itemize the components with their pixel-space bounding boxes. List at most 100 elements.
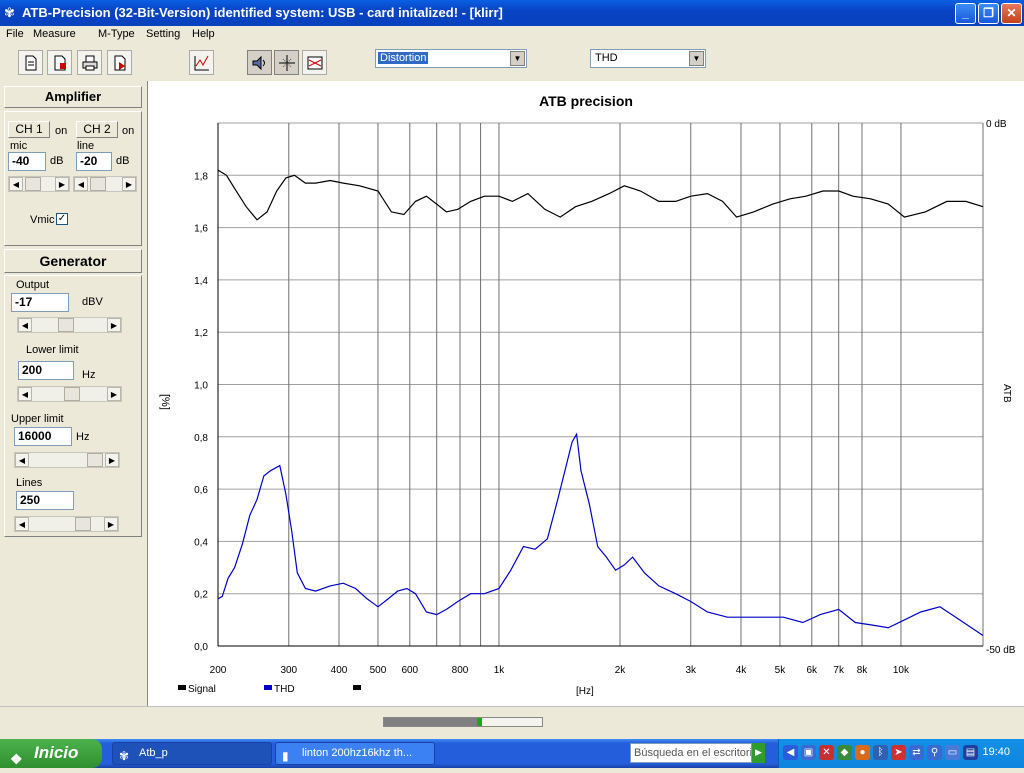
display-type-value: THD xyxy=(595,52,618,64)
restore-button[interactable]: ❐ xyxy=(978,3,999,24)
cursor-icon xyxy=(278,54,295,71)
scroll-right-icon[interactable]: ▶ xyxy=(107,387,121,401)
new-file-button[interactable] xyxy=(18,50,43,75)
ch1-gain-field[interactable]: -40 xyxy=(8,152,46,171)
ch2-gain-slider[interactable]: ◀ ▶ xyxy=(73,176,137,192)
cursor-mode-button[interactable] xyxy=(274,50,299,75)
slider-thumb[interactable] xyxy=(90,177,106,191)
output-field[interactable]: -17 xyxy=(11,293,69,312)
magnifier-icon[interactable]: ⚲ xyxy=(927,745,942,760)
scroll-left-icon[interactable]: ◀ xyxy=(9,177,23,191)
menu-setting[interactable]: Setting xyxy=(146,28,180,40)
scroll-left-icon[interactable]: ◀ xyxy=(15,517,29,531)
upper-limit-label: Upper limit xyxy=(11,413,64,425)
ch2-button[interactable]: CH 2 xyxy=(76,121,118,138)
ch2-gain-field[interactable]: -20 xyxy=(76,152,112,171)
security-icon[interactable]: ✕ xyxy=(819,745,834,760)
ch1-button[interactable]: CH 1 xyxy=(8,121,50,138)
task-document[interactable]: ▮ linton 200hz16khz th... xyxy=(275,742,435,765)
speaker-mode-button[interactable] xyxy=(247,50,272,75)
start-button[interactable]: ❖ Inicio xyxy=(0,739,102,768)
graph-button[interactable] xyxy=(189,50,214,75)
windows-logo-icon: ❖ xyxy=(10,751,23,767)
chevron-down-icon[interactable]: ▼ xyxy=(689,51,704,66)
menu-m-type[interactable]: M-Type xyxy=(98,28,135,40)
printer-icon xyxy=(82,55,97,70)
ch1-gain-unit: dB xyxy=(50,155,64,167)
scroll-right-icon[interactable]: ▶ xyxy=(104,517,118,531)
search-go-button[interactable]: ▶ xyxy=(752,743,765,763)
chevron-left-icon[interactable]: ◀ xyxy=(783,745,798,760)
lines-slider[interactable]: ◀ ▶ xyxy=(14,516,119,532)
x-tick-label: 500 xyxy=(370,665,387,676)
scroll-right-icon[interactable]: ▶ xyxy=(55,177,69,191)
legend-swatch xyxy=(264,685,272,690)
display-icon[interactable]: ▭ xyxy=(945,745,960,760)
new-file-icon xyxy=(25,55,36,70)
menu-measure[interactable]: Measure xyxy=(33,28,76,40)
chevron-down-icon[interactable]: ▼ xyxy=(510,51,525,66)
task-atb[interactable]: ✾ Atb_p xyxy=(112,742,272,765)
scroll-right-icon[interactable]: ▶ xyxy=(107,318,121,332)
upper-limit-slider[interactable]: ◀ ▶ xyxy=(14,452,120,468)
y-tick-label: 1,4 xyxy=(194,276,208,287)
title-bar[interactable]: ✾ ATB-Precision (32-Bit-Version) identif… xyxy=(0,0,1024,26)
lower-limit-label: Lower limit xyxy=(26,344,79,356)
lower-limit-field[interactable]: 200 xyxy=(18,361,74,380)
filter-mode-button[interactable] xyxy=(302,50,327,75)
measure-type-dropdown[interactable]: Distortion ▼ xyxy=(375,49,527,68)
x-tick-label: 200 xyxy=(210,665,227,676)
output-slider[interactable]: ◀ ▶ xyxy=(17,317,122,333)
desktop-search-input[interactable]: Búsqueda en el escritorio xyxy=(630,743,752,763)
ch2-state: on xyxy=(122,125,135,137)
scroll-left-icon[interactable]: ◀ xyxy=(74,177,88,191)
scroll-left-icon[interactable]: ◀ xyxy=(18,318,32,332)
scroll-right-icon[interactable]: ▶ xyxy=(105,453,119,467)
x-tick-label: 10k xyxy=(893,665,910,676)
slider-thumb[interactable] xyxy=(25,177,41,191)
ch1-input-label: mic xyxy=(10,140,28,152)
app-icon[interactable]: ✾ xyxy=(4,5,20,21)
taskbar: ❖ Inicio ✾ Atb_p ▮ linton 200hz16khz th.… xyxy=(0,739,1024,768)
upper-limit-field[interactable]: 16000 xyxy=(14,427,72,446)
close-button[interactable]: ✕ xyxy=(1001,3,1022,24)
legend-label: THD xyxy=(274,684,295,695)
slider-thumb[interactable] xyxy=(87,453,103,467)
slider-thumb[interactable] xyxy=(64,387,80,401)
x-tick-label: 300 xyxy=(280,665,297,676)
lines-field[interactable]: 250 xyxy=(16,491,74,510)
output-label: Output xyxy=(16,279,50,291)
open-file-button[interactable] xyxy=(47,50,72,75)
menu-file[interactable]: File xyxy=(6,28,24,40)
display-type-dropdown[interactable]: THD ▼ xyxy=(590,49,706,68)
vmic-checkbox[interactable]: ✓ xyxy=(56,213,68,225)
minimize-button[interactable]: _ xyxy=(955,3,976,24)
scroll-left-icon[interactable]: ◀ xyxy=(18,387,32,401)
ch1-gain-slider[interactable]: ◀ ▶ xyxy=(8,176,70,192)
scroll-left-icon[interactable]: ◀ xyxy=(15,453,29,467)
scroll-right-icon[interactable]: ▶ xyxy=(122,177,136,191)
network-icon[interactable]: ▣ xyxy=(801,745,816,760)
print-button[interactable] xyxy=(77,50,102,75)
chart-area[interactable]: ATB precision 0,0 0,2 0,4 0,6 0,8 1,0 1,2 1,4 1,… xyxy=(147,81,1024,706)
connection-icon[interactable]: ⇄ xyxy=(909,745,924,760)
shield-icon[interactable]: ◆ xyxy=(837,745,852,760)
distortion-chart[interactable]: ATB precision 0,0 0,2 0,4 0,6 0,8 1,0 1,2 1,4 1,… xyxy=(148,81,1024,706)
generator-heading: Generator xyxy=(4,249,142,273)
export-button[interactable] xyxy=(107,50,132,75)
progress-marker xyxy=(477,718,482,726)
legend-swatch xyxy=(353,685,361,690)
menu-help[interactable]: Help xyxy=(192,28,215,40)
slider-thumb[interactable] xyxy=(75,517,91,531)
antivirus-icon[interactable]: ● xyxy=(855,745,870,760)
lower-limit-slider[interactable]: ◀ ▶ xyxy=(17,386,122,402)
update-icon[interactable]: ➤ xyxy=(891,745,906,760)
x-tick-label: 5k xyxy=(775,665,787,676)
bluetooth-icon[interactable]: ᛒ xyxy=(873,745,888,760)
y-tick-label: 0,2 xyxy=(194,590,208,601)
task-atb-label: Atb_p xyxy=(139,747,168,759)
monitor-icon[interactable]: ▤ xyxy=(963,745,978,760)
chart-ticks: 0,0 0,2 0,4 0,6 0,8 1,0 1,2 1,4 1,6 1,8 200 300 400 5… xyxy=(194,171,910,676)
slider-thumb[interactable] xyxy=(58,318,74,332)
ch2-gain-unit: dB xyxy=(116,155,130,167)
